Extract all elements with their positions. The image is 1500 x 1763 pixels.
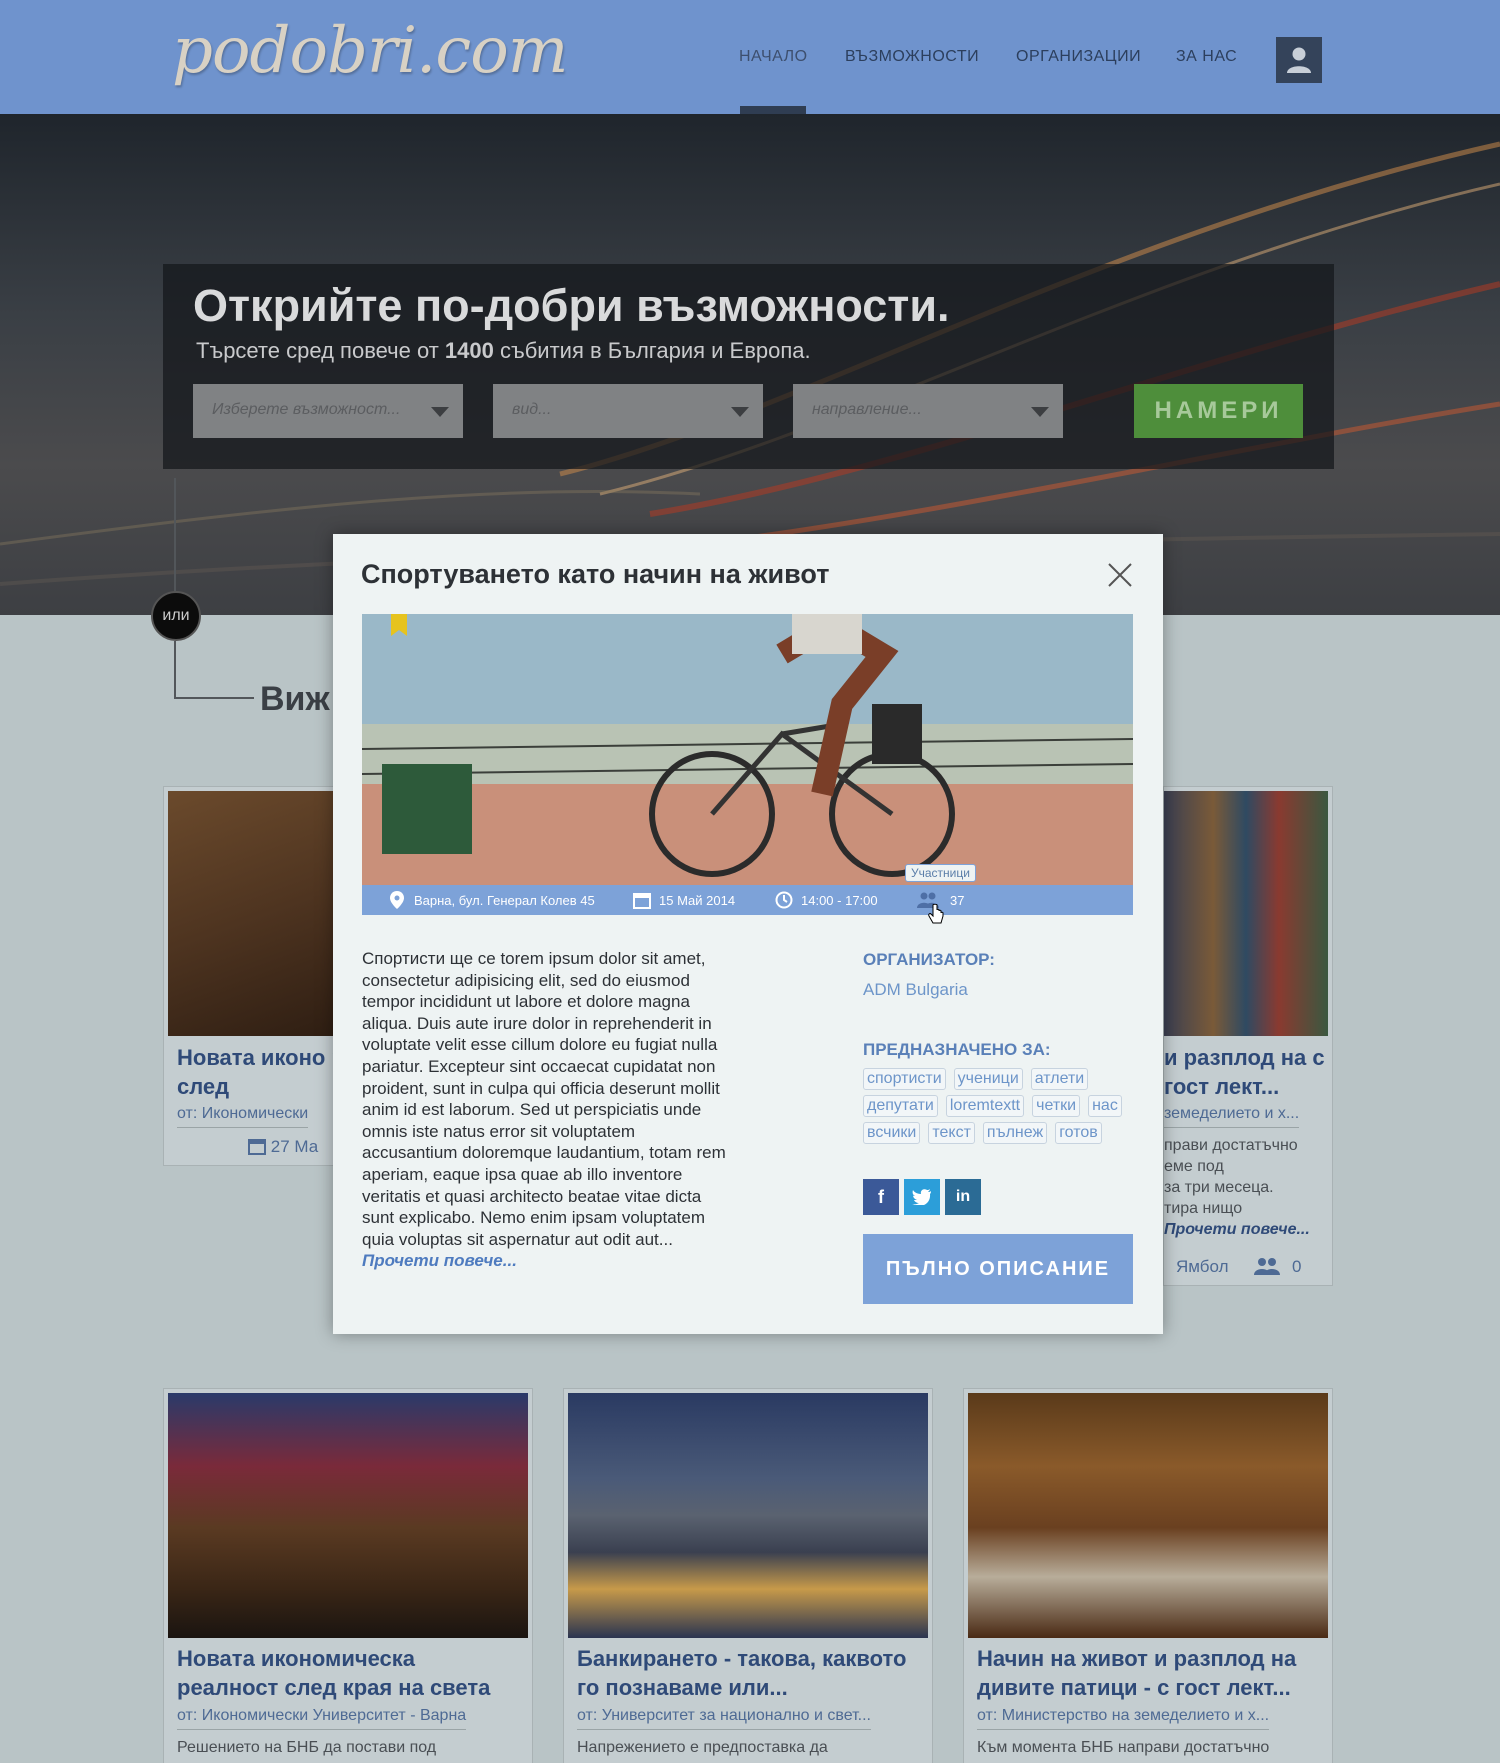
event-organizer[interactable]: от: Икономически Университет - Варна bbox=[177, 1707, 467, 1730]
event-title[interactable]: Банкирането - такова, каквото го познава… bbox=[577, 1644, 917, 1702]
participants-count: 37 bbox=[950, 893, 965, 908]
event-description: Спортисти ще се torem ipsum dolor sit am… bbox=[362, 948, 732, 1272]
direction-select-value: направление... bbox=[812, 401, 922, 418]
event-summary: Решението на БНБ да постави под bbox=[177, 1739, 437, 1756]
event-image bbox=[968, 1393, 1328, 1638]
event-image bbox=[168, 791, 358, 1036]
event-title[interactable]: Начин на живот и разплод на дивите патиц… bbox=[977, 1644, 1327, 1702]
event-organizer[interactable]: от: Икономически bbox=[177, 1105, 309, 1128]
nav-opportunities[interactable]: ВЪЗМОЖНОСТИ bbox=[845, 48, 979, 66]
event-location: Варна, бул. Генерал Колев 45 bbox=[414, 893, 595, 908]
tag-list: спортисти ученици атлети депутати loremtextt… bbox=[863, 1068, 1133, 1149]
event-date: 27 Ма bbox=[248, 1137, 318, 1157]
twitter-share-button[interactable] bbox=[904, 1179, 940, 1215]
hero-subtitle-post: събития в България и Европа. bbox=[493, 338, 811, 363]
type-select-value: вид... bbox=[512, 401, 552, 418]
event-date-text: 27 Ма bbox=[270, 1137, 319, 1156]
user-icon bbox=[1287, 47, 1311, 73]
find-button[interactable]: НАМЕРИ bbox=[1134, 384, 1303, 438]
intended-for-label: ПРЕДНАЗНАЧЕНО ЗА: bbox=[863, 1040, 1051, 1059]
event-card[interactable]: Банкирането - такова, каквото го познава… bbox=[563, 1388, 933, 1763]
event-organizer[interactable]: от: Университет за национално и свет... bbox=[577, 1707, 871, 1730]
event-summary: прави достатъчно еме под за три месеца. … bbox=[1164, 1137, 1298, 1217]
chevron-down-icon bbox=[1031, 407, 1049, 417]
tag[interactable]: пълнеж bbox=[982, 1122, 1048, 1144]
direction-select[interactable]: направление... bbox=[793, 384, 1063, 438]
tag[interactable]: депутати bbox=[863, 1095, 938, 1117]
event-info-bar: Варна, бул. Генерал Колев 45 15 Май 2014… bbox=[362, 885, 1133, 915]
participants-tooltip: Участници bbox=[905, 864, 976, 882]
nav-organizations[interactable]: ОРГАНИЗАЦИИ bbox=[1016, 48, 1141, 66]
or-badge: или bbox=[151, 591, 201, 641]
hand-cursor-icon bbox=[928, 904, 944, 924]
type-select[interactable]: вид... bbox=[493, 384, 763, 438]
linkedin-icon: in bbox=[955, 1188, 971, 1205]
hero-subtitle-pre: Търсете сред повече от bbox=[196, 338, 445, 363]
opportunity-select-value: Изберете възможност... bbox=[212, 401, 401, 418]
read-more-link[interactable]: Прочети повече... bbox=[362, 1251, 517, 1270]
participants-icon bbox=[1254, 1258, 1280, 1275]
organizer-label: ОРГАНИЗАТОР: bbox=[863, 950, 995, 969]
tag[interactable]: нас bbox=[1088, 1095, 1122, 1117]
tag[interactable]: спортисти bbox=[863, 1068, 946, 1090]
bookmark-icon[interactable] bbox=[391, 614, 407, 636]
facebook-share-button[interactable]: f bbox=[863, 1179, 899, 1215]
chevron-down-icon bbox=[731, 407, 749, 417]
clock-icon bbox=[775, 891, 793, 909]
event-summary: Към момента БНБ направи достатъчно bbox=[977, 1739, 1270, 1756]
tag[interactable]: атлети bbox=[1030, 1068, 1089, 1090]
full-description-button[interactable]: ПЪЛНО ОПИСАНИЕ bbox=[863, 1234, 1133, 1304]
section-heading: Виж bbox=[260, 680, 330, 718]
chevron-down-icon bbox=[431, 407, 449, 417]
event-image bbox=[168, 1393, 528, 1638]
event-photo bbox=[362, 614, 1133, 885]
opportunity-select[interactable]: Изберете възможност... bbox=[193, 384, 463, 438]
calendar-icon bbox=[633, 893, 651, 909]
tag[interactable]: ученици bbox=[953, 1068, 1023, 1090]
tag[interactable]: четки bbox=[1032, 1095, 1081, 1117]
hero-subtitle-count: 1400 bbox=[444, 338, 494, 363]
read-more-link[interactable]: Прочети повече... bbox=[1164, 1221, 1310, 1239]
top-navbar: podobri.com НАЧАЛО ВЪЗМОЖНОСТИ ОРГАНИЗАЦ… bbox=[0, 0, 1500, 114]
participants-count: 0 bbox=[1292, 1257, 1302, 1276]
connector-line bbox=[174, 641, 176, 698]
event-organizer[interactable]: от: Министерство на земеделието и х... bbox=[977, 1707, 1270, 1730]
hero-subtitle: Търсете сред повече от 1400 събития в Бъ… bbox=[196, 338, 811, 364]
tag[interactable]: всчики bbox=[863, 1122, 921, 1144]
facebook-icon: f bbox=[878, 1186, 884, 1207]
organizer-link[interactable]: ADM Bulgaria bbox=[863, 980, 968, 1000]
event-card[interactable]: Начин на живот и разплод на дивите патиц… bbox=[963, 1388, 1333, 1763]
location-pin-icon bbox=[390, 891, 404, 909]
site-logo[interactable]: podobri.com bbox=[172, 14, 568, 88]
hero-title: Открийте по-добри възможности. bbox=[193, 280, 950, 331]
event-image bbox=[1164, 791, 1328, 1036]
connector-line bbox=[174, 478, 176, 591]
tag[interactable]: loremtextt bbox=[945, 1095, 1025, 1117]
event-summary: Напрежението е предпоставка да bbox=[577, 1739, 828, 1756]
event-organizer[interactable]: земеделието и х... bbox=[1164, 1105, 1300, 1128]
event-time: 14:00 - 17:00 bbox=[801, 893, 878, 908]
event-card[interactable]: Новата икономическа реалност след края н… bbox=[163, 1388, 533, 1763]
nav-home[interactable]: НАЧАЛО bbox=[739, 48, 808, 66]
event-image bbox=[568, 1393, 928, 1638]
event-card[interactable]: и разплод на с гост лект... земеделието … bbox=[1163, 786, 1333, 1286]
tag[interactable]: готов bbox=[1055, 1122, 1102, 1144]
event-title[interactable]: Новата икономическа реалност след края н… bbox=[177, 1644, 517, 1702]
nav-about[interactable]: ЗА НАС bbox=[1176, 48, 1237, 66]
event-date: 15 Май 2014 bbox=[659, 893, 736, 908]
nav-active-indicator bbox=[740, 106, 806, 114]
connector-line bbox=[174, 697, 254, 699]
event-city: Ямбол bbox=[1176, 1257, 1229, 1276]
linkedin-share-button[interactable]: in bbox=[945, 1179, 981, 1215]
user-account-button[interactable] bbox=[1276, 37, 1322, 83]
twitter-icon bbox=[912, 1189, 931, 1205]
tag[interactable]: текст bbox=[928, 1122, 975, 1144]
modal-title: Спортуването като начин на живот bbox=[361, 559, 830, 589]
event-modal: Спортуването като начин на живот Варна, … bbox=[333, 534, 1163, 1334]
event-description-text: Спортисти ще се torem ipsum dolor sit am… bbox=[362, 949, 726, 1249]
calendar-icon bbox=[248, 1139, 266, 1155]
close-icon[interactable] bbox=[1107, 562, 1133, 588]
event-title[interactable]: и разплод на с гост лект... bbox=[1164, 1043, 1334, 1101]
